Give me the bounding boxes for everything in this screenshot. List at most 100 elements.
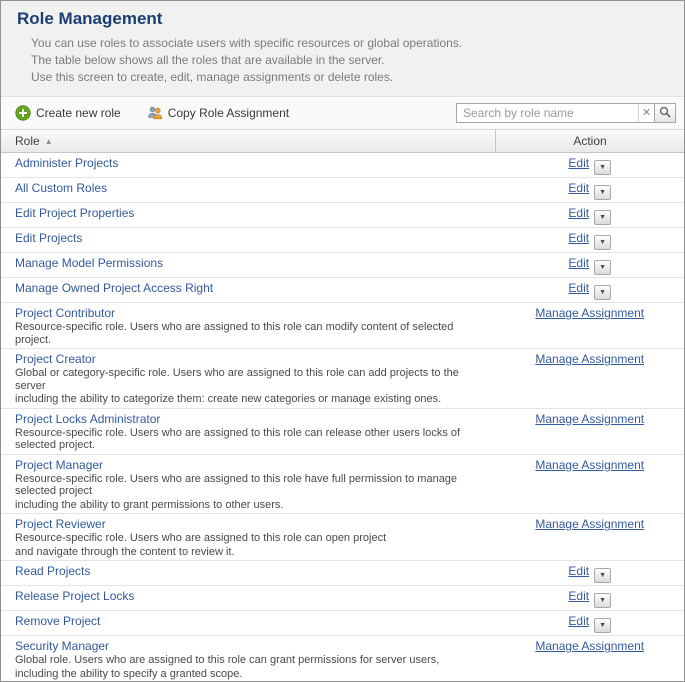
role-name-link[interactable]: Edit Project Properties (15, 206, 134, 220)
edit-dropdown-button[interactable]: ▼ (594, 618, 611, 633)
column-header-role[interactable]: Role ▲ (1, 130, 496, 153)
manage-assignment-link[interactable]: Manage Assignment (535, 412, 644, 426)
action-cell: Edit ▼ (496, 561, 685, 586)
edit-link[interactable]: Edit (568, 206, 589, 220)
chevron-down-icon: ▼ (599, 239, 606, 246)
edit-dropdown-button[interactable]: ▼ (594, 185, 611, 200)
search-input[interactable] (457, 104, 638, 122)
x-clear-icon: ✕ (642, 107, 651, 119)
action-cell: Edit ▼ (496, 278, 685, 303)
manage-assignment-link[interactable]: Manage Assignment (535, 517, 644, 531)
role-name-link[interactable]: Administer Projects (15, 156, 118, 170)
role-name-link[interactable]: Project Locks Administrator (15, 412, 160, 426)
role-name-link[interactable]: Remove Project (15, 614, 100, 628)
table-row: Administer Projects Edit ▼ (1, 153, 684, 178)
edit-dropdown-button[interactable]: ▼ (594, 235, 611, 250)
action-cell: Edit ▼ (496, 228, 685, 253)
clear-search-button[interactable]: ✕ (638, 104, 654, 122)
table-row: Remove Project Edit ▼ (1, 611, 684, 636)
table-row: Project Locks AdministratorResource-spec… (1, 408, 684, 454)
table-row: Manage Owned Project Access Right Edit ▼ (1, 278, 684, 303)
chevron-down-icon: ▼ (599, 622, 606, 629)
chevron-down-icon: ▼ (599, 264, 606, 271)
role-name-link[interactable]: All Custom Roles (15, 181, 107, 195)
role-cell: Security ManagerGlobal role. Users who a… (1, 636, 496, 682)
search-button[interactable] (654, 104, 675, 122)
edit-link[interactable]: Edit (568, 589, 589, 603)
table-row: Project CreatorGlobal or category-specif… (1, 349, 684, 409)
edit-link[interactable]: Edit (568, 281, 589, 295)
table-row: Project ContributorResource-specific rol… (1, 303, 684, 349)
page-title: Role Management (17, 9, 668, 29)
role-description-line: Global or category-specific role. Users … (15, 367, 488, 392)
role-cell: Project CreatorGlobal or category-specif… (1, 349, 496, 409)
role-name-link[interactable]: Manage Model Permissions (15, 256, 163, 270)
plus-circle-icon (15, 105, 31, 121)
page-description-line-1: You can use roles to associate users wit… (31, 36, 668, 50)
role-cell: Manage Model Permissions (1, 253, 496, 278)
action-cell: Edit ▼ (496, 253, 685, 278)
role-name-link[interactable]: Project Creator (15, 352, 96, 366)
edit-dropdown-button[interactable]: ▼ (594, 568, 611, 583)
role-cell: Administer Projects (1, 153, 496, 178)
sort-ascending-icon: ▲ (45, 137, 53, 146)
edit-dropdown-button[interactable]: ▼ (594, 210, 611, 225)
edit-link[interactable]: Edit (568, 564, 589, 578)
edit-dropdown-button[interactable]: ▼ (594, 260, 611, 275)
role-management-page: Role Management You can use roles to ass… (0, 0, 685, 682)
role-name-link[interactable]: Security Manager (15, 639, 109, 653)
role-name-link[interactable]: Edit Projects (15, 231, 82, 245)
role-name-link[interactable]: Project Manager (15, 458, 103, 472)
table-row: All Custom Roles Edit ▼ (1, 178, 684, 203)
action-cell: Manage Assignment (496, 408, 685, 454)
manage-assignment-link[interactable]: Manage Assignment (535, 458, 644, 472)
role-name-link[interactable]: Release Project Locks (15, 589, 134, 603)
table-row: Edit Project Properties Edit ▼ (1, 203, 684, 228)
table-row: Project ReviewerResource-specific role. … (1, 514, 684, 561)
role-cell: Edit Project Properties (1, 203, 496, 228)
action-cell: Edit ▼ (496, 153, 685, 178)
chevron-down-icon: ▼ (599, 164, 606, 171)
role-cell: Project ReviewerResource-specific role. … (1, 514, 496, 561)
column-header-action: Action (496, 130, 685, 153)
role-name-link[interactable]: Project Reviewer (15, 517, 106, 531)
manage-assignment-link[interactable]: Manage Assignment (535, 306, 644, 320)
edit-link[interactable]: Edit (568, 231, 589, 245)
role-name-link[interactable]: Manage Owned Project Access Right (15, 281, 213, 295)
role-cell: All Custom Roles (1, 178, 496, 203)
manage-assignment-link[interactable]: Manage Assignment (535, 352, 644, 366)
table-row: Security ManagerGlobal role. Users who a… (1, 636, 684, 682)
edit-link[interactable]: Edit (568, 256, 589, 270)
roles-table-body: Administer ProjectsEdit▼All Custom Roles… (1, 153, 684, 682)
manage-assignment-link[interactable]: Manage Assignment (535, 639, 644, 653)
edit-dropdown-button[interactable]: ▼ (594, 285, 611, 300)
role-cell: Project ContributorResource-specific rol… (1, 303, 496, 349)
edit-link[interactable]: Edit (568, 614, 589, 628)
action-cell: Edit ▼ (496, 586, 685, 611)
copy-role-assignment-label: Copy Role Assignment (168, 106, 289, 120)
edit-dropdown-button[interactable]: ▼ (594, 593, 611, 608)
copy-role-assignment-button[interactable]: Copy Role Assignment (147, 105, 289, 121)
edit-dropdown-button[interactable]: ▼ (594, 160, 611, 175)
action-cell: Edit ▼ (496, 611, 685, 636)
magnifier-icon (659, 106, 671, 121)
search-box: ✕ (456, 103, 676, 123)
role-name-link[interactable]: Project Contributor (15, 306, 115, 320)
role-description-line: Global role. Users who are assigned to t… (15, 654, 488, 667)
role-description-line: Resource-specific role. Users who are as… (15, 427, 488, 452)
table-row: Read Projects Edit ▼ (1, 561, 684, 586)
role-cell: Manage Owned Project Access Right (1, 278, 496, 303)
table-row: Manage Model Permissions Edit ▼ (1, 253, 684, 278)
edit-link[interactable]: Edit (568, 156, 589, 170)
role-description-line: Resource-specific role. Users who are as… (15, 321, 488, 346)
action-cell: Manage Assignment (496, 454, 685, 514)
role-name-link[interactable]: Read Projects (15, 564, 90, 578)
edit-link[interactable]: Edit (568, 181, 589, 195)
table-row: Project ManagerResource-specific role. U… (1, 454, 684, 514)
role-description-line: including the ability to specify a grant… (15, 668, 488, 681)
column-header-role-label: Role (15, 134, 40, 148)
create-new-role-button[interactable]: Create new role (15, 105, 121, 121)
role-description-line: including the ability to grant permissio… (15, 499, 488, 512)
action-cell: Edit ▼ (496, 203, 685, 228)
table-row: Release Project Locks Edit ▼ (1, 586, 684, 611)
